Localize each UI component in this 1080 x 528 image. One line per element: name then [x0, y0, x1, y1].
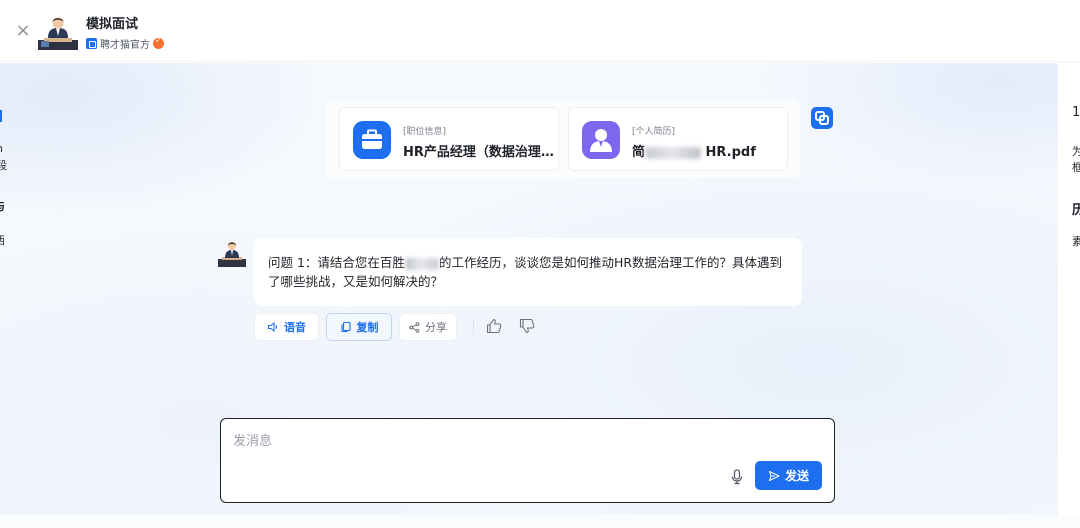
resume-title-suffix: HR.pdf: [705, 145, 756, 160]
interviewer-avatar: [218, 242, 246, 267]
right-text-1: 1: [1072, 105, 1080, 120]
app-logo-icon: [86, 38, 97, 49]
interviewer-avatar: [38, 17, 78, 50]
job-card-tag: [职位信息]: [403, 127, 447, 137]
right-text-2: 为: [1072, 145, 1080, 158]
left-text-2: 段: [0, 159, 7, 172]
person-icon: [582, 121, 620, 159]
left-text-4: 西: [0, 232, 5, 248]
share-icon: [409, 321, 420, 333]
app-logo-icon: [811, 107, 833, 129]
interview-question-message: 问题 1：请结合您在百胜 的工作经历，谈谈您是如何推动HR数据治理工作的？具体遇到…: [254, 238, 802, 306]
thumbs-down-icon[interactable]: [518, 317, 536, 335]
send-label: 发送: [784, 469, 809, 483]
question-text-start: 问题 1：请结合您在百胜: [268, 255, 405, 270]
thumbs-up-icon[interactable]: [485, 317, 503, 335]
share-button[interactable]: 分享: [399, 313, 457, 341]
right-text-3: 框: [1072, 161, 1080, 174]
official-account: 聘才猫官方: [86, 36, 164, 51]
page-title: 模拟面试: [86, 17, 139, 32]
left-text-3: 与: [0, 198, 5, 214]
send-icon: [768, 470, 780, 481]
verified-icon: [153, 36, 164, 49]
redacted-text: [645, 146, 702, 159]
action-divider: [473, 320, 474, 334]
top-bar: × 模拟面试 聘才猫官方: [0, 0, 1080, 62]
right-panel-clipped: 1 为 框 历 素: [1058, 63, 1080, 515]
job-info-card[interactable]: [职位信息] HR产品经理（数据治理…: [339, 107, 559, 171]
copy-button[interactable]: 复制: [326, 313, 392, 341]
resume-title-prefix: 简: [632, 145, 646, 160]
close-icon[interactable]: ×: [14, 22, 32, 40]
voice-button[interactable]: 语音: [254, 313, 319, 341]
resume-card[interactable]: [个人简历] 简 HR.pdf: [568, 107, 788, 171]
resume-card-tag: [个人简历]: [632, 127, 676, 137]
microphone-icon[interactable]: [730, 469, 744, 485]
job-card-title: HR产品经理（数据治理…: [403, 145, 554, 160]
briefcase-icon: [353, 121, 391, 159]
right-text-4: 历: [1072, 203, 1080, 218]
left-text-1: h: [0, 142, 3, 155]
copy-icon: [340, 321, 351, 333]
bottom-band: [0, 515, 1080, 528]
redacted-text: [404, 257, 439, 270]
message-input[interactable]: [233, 429, 793, 453]
official-label: 聘才猫官方: [100, 40, 150, 51]
right-text-5: 素: [1072, 235, 1080, 248]
send-button[interactable]: 发送: [755, 461, 822, 490]
voice-label: 语音: [284, 321, 306, 334]
speaker-icon: [267, 321, 278, 333]
left-active-marker: [0, 110, 2, 122]
copy-label: 复制: [356, 321, 379, 334]
message-composer: 发送: [220, 418, 835, 503]
share-label: 分享: [425, 321, 447, 334]
resume-card-title: 简 HR.pdf: [632, 141, 756, 160]
